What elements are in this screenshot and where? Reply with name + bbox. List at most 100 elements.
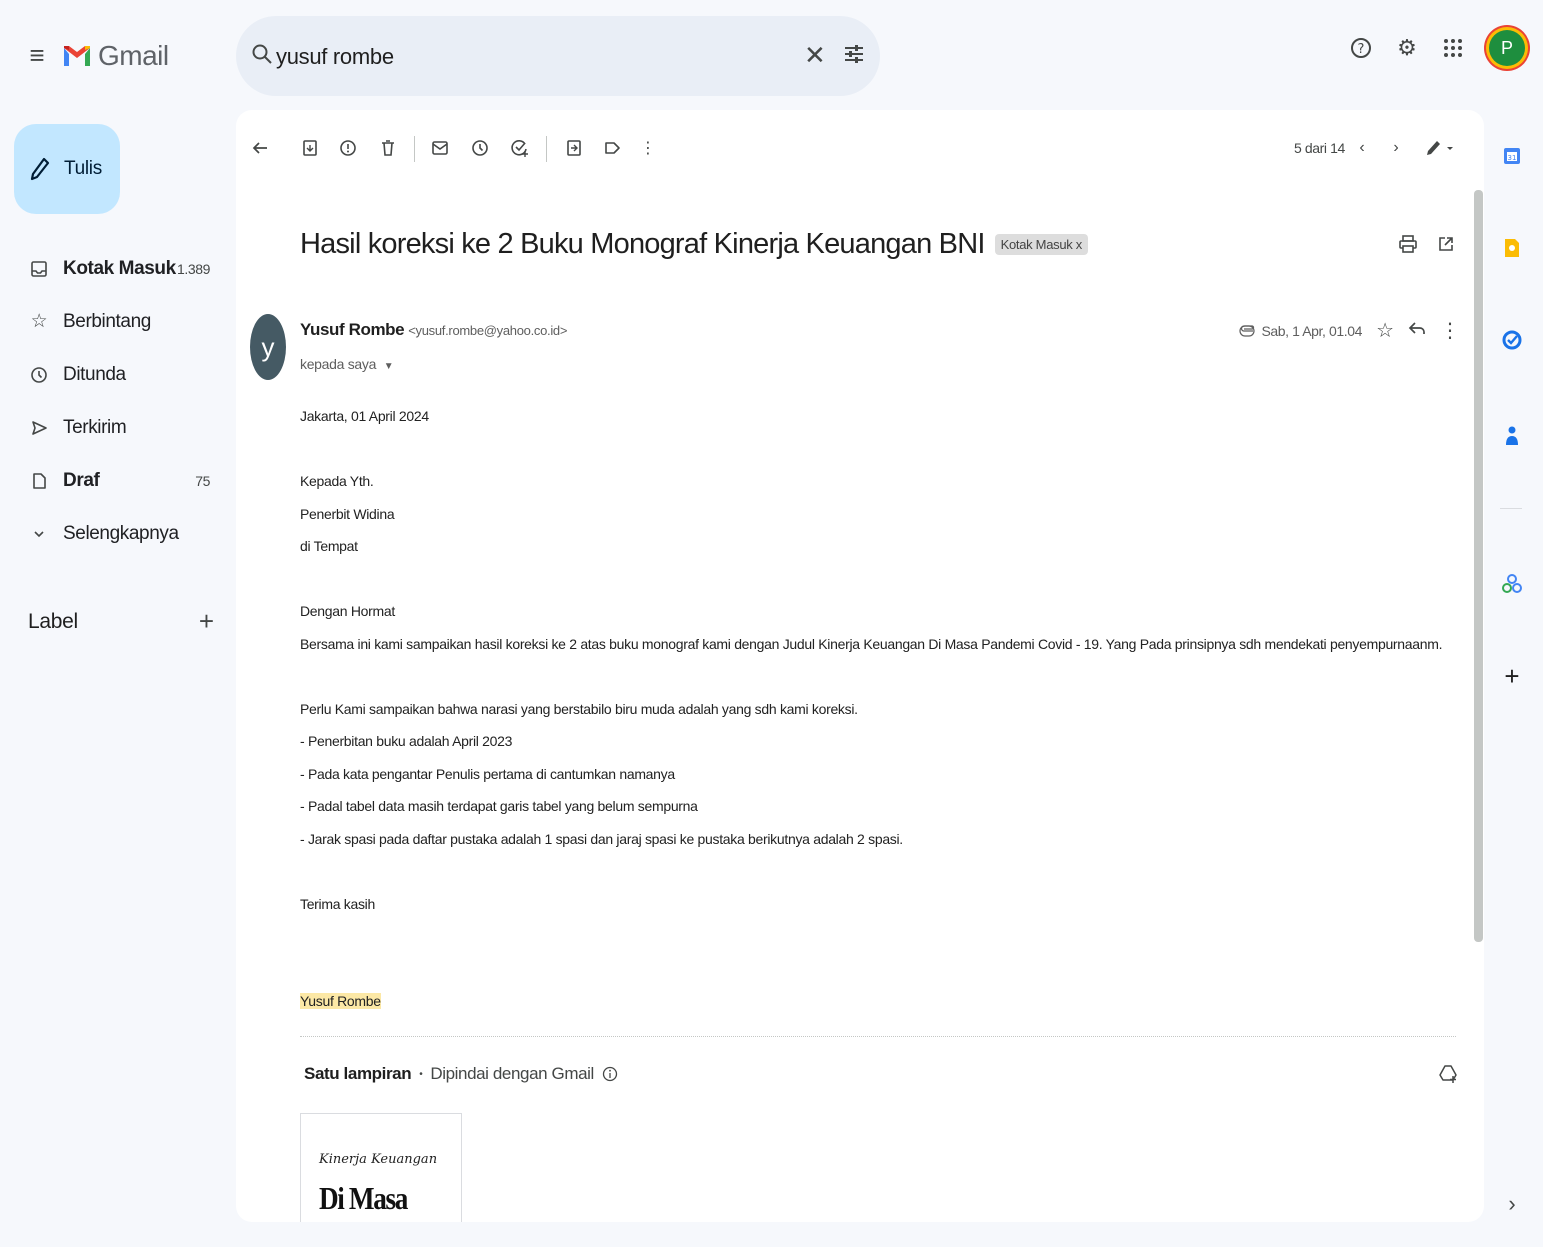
star-icon: ☆ [30, 311, 48, 332]
body-line: Kepada Yth. [300, 473, 374, 489]
sidebar-item-label: Kotak Masuk [63, 257, 176, 279]
sender-line: Yusuf Rombe <yusuf.rombe@yahoo.co.id> [300, 320, 567, 340]
newer-chevron-left-icon[interactable]: ‹ [1350, 136, 1374, 160]
settings-gear-icon[interactable]: ⚙ [1393, 34, 1421, 62]
recipient-dropdown[interactable]: kepada saya ▼ [300, 356, 394, 372]
add-label-icon[interactable]: + [199, 606, 214, 637]
snooze-clock-icon[interactable] [468, 136, 492, 160]
inbox-label-chip[interactable]: Kotak Masuk x [994, 234, 1088, 255]
body-line: Penerbit Widina [300, 505, 395, 522]
toolbar-divider [414, 136, 415, 162]
apps-grid-icon[interactable] [1439, 34, 1467, 62]
body-line [300, 433, 1440, 466]
sidebar-item-inbox[interactable]: Kotak Masuk 1.389 [0, 242, 230, 295]
mark-unread-icon[interactable] [428, 136, 452, 160]
label-tag-icon[interactable] [600, 136, 624, 160]
add-task-icon[interactable] [508, 136, 532, 160]
sidebar-item-label: Terkirim [63, 416, 127, 438]
main-menu-icon[interactable]: ≡ [24, 40, 50, 70]
attachment-clip-icon [1239, 324, 1256, 337]
body-line: Perlu Kami sampaikan bahwa narasi yang b… [300, 700, 858, 717]
info-icon[interactable] [602, 1066, 618, 1082]
chip-label: Kotak Masuk [1000, 237, 1073, 252]
labels-title: Label [28, 609, 78, 633]
print-icon[interactable] [1396, 232, 1420, 256]
message-toolbar: ⋮ 5 dari 14 ‹ › [236, 110, 1484, 186]
message-view: ⋮ 5 dari 14 ‹ › Hasil koreksi ke 2 Buku … [236, 110, 1484, 1222]
attachment-thumbnail[interactable]: Kinerja Keuangan Di Masa Pandemi [300, 1113, 462, 1222]
pencil-icon [30, 157, 50, 181]
email-subject: Hasil koreksi ke 2 Buku Monograf Kinerja… [300, 228, 985, 260]
older-chevron-right-icon[interactable]: › [1384, 136, 1408, 160]
add-to-drive-icon[interactable] [1438, 1064, 1458, 1089]
gmail-wordmark: Gmail [98, 40, 169, 71]
addon-icon[interactable] [1500, 572, 1524, 596]
body-line [300, 855, 1440, 888]
search-input[interactable]: yusuf rombe [276, 44, 394, 70]
email-body: Jakarta, 01 April 2024 Kepada Yth. Pener… [300, 400, 1443, 1018]
body-line: - Pada kata pengantar Penulis pertama di… [300, 765, 675, 782]
search-icon[interactable] [250, 42, 274, 66]
sender-name[interactable]: Yusuf Rombe [300, 320, 405, 340]
sidebar-item-sent[interactable]: Terkirim [0, 401, 230, 454]
sender-initial: y [262, 332, 275, 362]
sidebar-item-starred[interactable]: ☆ Berbintang [0, 295, 230, 348]
body-line [300, 920, 1440, 953]
attachments-header: Satu lampiran • Dipindai dengan Gmail [304, 1064, 618, 1084]
search-options-icon[interactable] [842, 42, 866, 66]
delete-trash-icon[interactable] [376, 136, 400, 160]
get-addons-plus-icon[interactable]: + [1500, 661, 1524, 691]
thumbnail-subtitle: Kinerja Keuangan [319, 1152, 438, 1167]
more-vertical-icon[interactable]: ⋮ [636, 136, 660, 160]
more-options-icon[interactable]: ⋮ [1440, 318, 1460, 343]
signature-line: Yusuf Rombe [300, 985, 1440, 1018]
header-separator: • [419, 1068, 423, 1080]
body-line [300, 660, 1440, 693]
tasks-icon[interactable] [1500, 328, 1524, 352]
back-arrow-icon[interactable] [248, 136, 272, 160]
top-bar: ≡ Gmail yusuf rombe ✕ ? ⚙ P [0, 0, 1543, 112]
compose-label: Tulis [64, 158, 102, 179]
body-line [300, 563, 1440, 596]
clear-search-icon[interactable]: ✕ [804, 40, 826, 71]
body-line: Dengan Hormat [300, 603, 395, 619]
reply-icon[interactable] [1408, 320, 1426, 341]
clock-icon [28, 364, 50, 386]
sidebar-nav: Kotak Masuk 1.389 ☆ Berbintang Ditunda T… [0, 242, 230, 560]
gmail-m-icon [64, 46, 90, 66]
show-side-panel-chevron-icon[interactable]: › [1500, 1191, 1524, 1216]
subject-actions [1396, 232, 1458, 256]
account-avatar[interactable]: P [1489, 30, 1525, 66]
unread-count: 1.389 [176, 260, 210, 277]
message-scrollbar[interactable] [1474, 190, 1483, 942]
sender-avatar[interactable]: y [250, 314, 286, 380]
rail-divider [1500, 508, 1522, 509]
compose-button[interactable]: Tulis [14, 124, 120, 214]
chevron-down-icon [28, 523, 50, 545]
keep-icon[interactable] [1500, 236, 1524, 260]
draft-count: 75 [195, 472, 210, 489]
input-tools-pen-icon[interactable] [1420, 136, 1460, 160]
sidebar-item-drafts[interactable]: Draf 75 [0, 454, 230, 507]
caret-down-icon: ▼ [383, 361, 394, 372]
sidebar-item-snoozed[interactable]: Ditunda [0, 348, 230, 401]
help-icon[interactable]: ? [1347, 34, 1375, 62]
star-message-icon[interactable]: ☆ [1376, 318, 1394, 343]
archive-icon[interactable] [298, 136, 322, 160]
pagination-text: 5 dari 14 [1294, 140, 1345, 156]
move-to-icon[interactable] [562, 136, 586, 160]
attachments-title: Satu lampiran [304, 1064, 412, 1083]
body-line: Jakarta, 01 April 2024 [300, 408, 429, 424]
body-line [300, 953, 1440, 986]
body-line: - Penerbitan buku adalah April 2023 [300, 733, 513, 749]
contacts-icon[interactable] [1500, 424, 1524, 448]
body-line: - Padal tabel data masih terdapat garis … [300, 798, 698, 814]
open-new-window-icon[interactable] [1434, 232, 1458, 256]
gmail-logo[interactable]: Gmail [62, 34, 169, 78]
report-spam-icon[interactable] [336, 136, 360, 160]
inbox-icon [28, 258, 50, 280]
remove-label-icon[interactable]: x [1076, 237, 1083, 252]
calendar-icon[interactable]: 31 [1500, 144, 1524, 168]
sidebar-item-more[interactable]: Selengkapnya [0, 507, 230, 560]
search-bar[interactable]: yusuf rombe ✕ [236, 16, 880, 96]
